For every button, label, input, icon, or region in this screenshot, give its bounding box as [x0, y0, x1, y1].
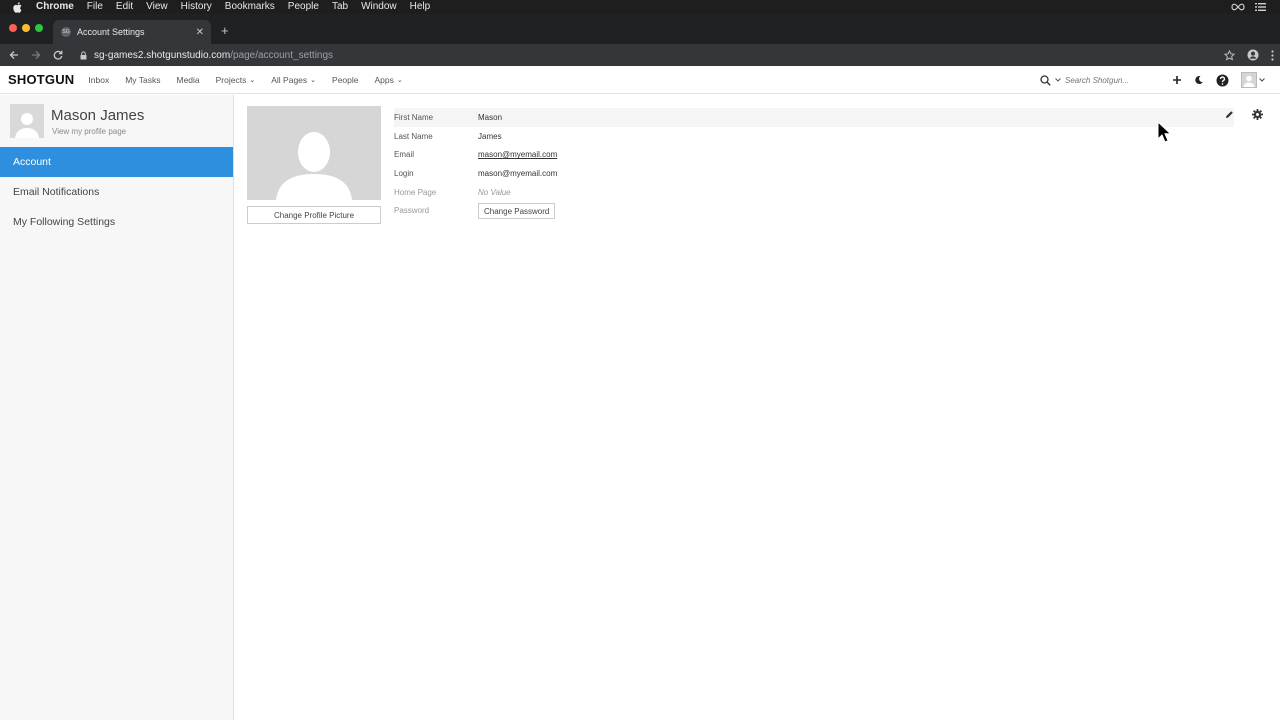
field-label: Last Name	[394, 131, 433, 141]
search-input[interactable]	[1065, 75, 1157, 85]
chevron-down-icon: ⌄	[310, 76, 317, 84]
account-fields: First Name Mason Last Name James Email m…	[394, 108, 1234, 220]
nav-apps-label: Apps	[374, 74, 394, 85]
apple-icon[interactable]	[13, 1, 25, 13]
chevron-down-icon: ⌄	[249, 76, 256, 84]
field-email[interactable]: Email mason@myemail.com	[394, 145, 1234, 164]
field-last-name[interactable]: Last Name James	[394, 127, 1234, 146]
infinity-icon[interactable]	[1231, 3, 1245, 11]
user-menu[interactable]	[1241, 72, 1265, 88]
pencil-icon[interactable]	[1225, 110, 1234, 119]
window-close-button[interactable]	[9, 24, 17, 32]
night-mode-icon[interactable]	[1194, 75, 1204, 85]
nav-people-label: People	[332, 74, 359, 85]
add-plus-icon[interactable]	[1172, 75, 1182, 85]
profile-picture	[247, 106, 381, 200]
shotgun-favicon-icon: SG	[61, 27, 71, 37]
more-vertical-icon[interactable]	[1271, 49, 1274, 61]
nav-my-tasks-label: My Tasks	[125, 74, 161, 85]
nav-my-tasks[interactable]: My Tasks	[125, 75, 160, 85]
nav-media-label: Media	[176, 74, 200, 85]
sidebar-item-following-settings[interactable]: My Following Settings	[0, 207, 233, 237]
browser-toolbar: sg-games2.shotgunstudio.com/page/account…	[0, 44, 1280, 66]
tab-close-icon[interactable]: ✕	[196, 27, 204, 38]
nav-people[interactable]: People	[332, 75, 358, 85]
global-search	[1040, 73, 1157, 87]
field-label: First Name	[394, 112, 434, 122]
browser-tab-strip: SG Account Settings ✕ +	[0, 14, 1280, 44]
tab-title: Account Settings	[77, 27, 145, 37]
avatar[interactable]	[10, 104, 44, 138]
change-profile-picture-button[interactable]: Change Profile Picture	[247, 206, 381, 224]
shotgun-logo[interactable]: SHOTGUN	[8, 72, 74, 87]
menu-chrome[interactable]: Chrome	[36, 0, 74, 14]
browser-tab-account-settings[interactable]: SG Account Settings ✕	[53, 20, 211, 44]
menu-help[interactable]: Help	[410, 0, 431, 14]
email-value-link[interactable]: mason@myemail.com	[478, 150, 557, 159]
profile-icon[interactable]	[1247, 49, 1259, 61]
mac-menu-bar: Chrome File Edit View History Bookmarks …	[0, 0, 1280, 14]
nav-all-pages-label: All Pages	[271, 74, 308, 85]
field-label: Home Page	[394, 187, 437, 197]
menu-bar-status-icons	[1231, 0, 1266, 14]
nav-inbox-label: Inbox	[88, 74, 110, 85]
menu-tab[interactable]: Tab	[332, 0, 348, 14]
gear-icon[interactable]	[1252, 109, 1263, 120]
chevron-down-icon	[1259, 78, 1265, 82]
url-host: sg-games2.shotgunstudio.com	[94, 49, 231, 61]
nav-avatar	[1241, 72, 1257, 88]
user-name: Mason James	[51, 107, 145, 124]
menu-window[interactable]: Window	[361, 0, 397, 14]
sidebar-item-email-notifications[interactable]: Email Notifications	[0, 177, 233, 207]
menu-bookmarks[interactable]: Bookmarks	[225, 0, 275, 14]
menu-history[interactable]: History	[181, 0, 212, 14]
search-scope-chevron-icon[interactable]	[1055, 78, 1061, 82]
sidebar-item-label: My Following Settings	[13, 216, 116, 228]
home-page-value[interactable]: No Value	[478, 188, 511, 197]
nav-media[interactable]: Media	[176, 75, 199, 85]
mouse-cursor-icon	[1157, 120, 1172, 148]
field-first-name[interactable]: First Name Mason	[394, 108, 1234, 127]
nav-inbox[interactable]: Inbox	[88, 75, 109, 85]
menu-view[interactable]: View	[146, 0, 168, 14]
chevron-down-icon: ⌄	[396, 76, 403, 84]
login-value[interactable]: mason@myemail.com	[478, 169, 557, 178]
new-tab-button[interactable]: +	[221, 24, 229, 38]
nav-projects[interactable]: Projects ⌄	[216, 75, 256, 85]
search-icon[interactable]	[1040, 74, 1051, 86]
help-icon[interactable]	[1216, 74, 1229, 87]
window-minimize-button[interactable]	[22, 24, 30, 32]
field-label: Login	[394, 168, 414, 178]
first-name-value[interactable]: Mason	[478, 113, 502, 122]
forward-arrow-icon[interactable]	[25, 44, 47, 66]
field-password: Password Change Password	[394, 201, 1234, 220]
user-summary: Mason James View my profile page	[0, 95, 233, 147]
lock-icon[interactable]	[80, 50, 87, 60]
menu-file[interactable]: File	[87, 0, 103, 14]
view-profile-link[interactable]: View my profile page	[52, 127, 126, 136]
url-path: /page/account_settings	[230, 49, 334, 61]
menu-people[interactable]: People	[288, 0, 319, 14]
window-maximize-button[interactable]	[35, 24, 43, 32]
nav-apps[interactable]: Apps ⌄	[375, 75, 403, 85]
nav-all-pages[interactable]: All Pages ⌄	[271, 75, 316, 85]
address-bar[interactable]: sg-games2.shotgunstudio.com/page/account…	[74, 46, 1230, 64]
reload-icon[interactable]	[47, 44, 69, 66]
sidebar-item-label: Account	[13, 156, 51, 168]
account-sidebar: Mason James View my profile page Account…	[0, 95, 234, 720]
bookmark-star-icon[interactable]	[1224, 49, 1235, 61]
field-home-page[interactable]: Home Page No Value	[394, 183, 1234, 202]
nav-projects-label: Projects	[215, 74, 247, 85]
app-nav-bar: SHOTGUN Inbox My Tasks Media Projects ⌄ A…	[0, 66, 1280, 94]
last-name-value[interactable]: James	[478, 132, 502, 141]
sidebar-item-account[interactable]: Account	[0, 147, 233, 177]
menu-edit[interactable]: Edit	[116, 0, 133, 14]
change-password-button[interactable]: Change Password	[478, 203, 556, 220]
field-label: Email	[394, 150, 415, 160]
field-login[interactable]: Login mason@myemail.com	[394, 164, 1234, 183]
sidebar-item-label: Email Notifications	[13, 186, 100, 198]
list-icon[interactable]	[1255, 3, 1266, 11]
field-label: Password	[394, 206, 430, 216]
back-arrow-icon[interactable]	[3, 44, 25, 66]
